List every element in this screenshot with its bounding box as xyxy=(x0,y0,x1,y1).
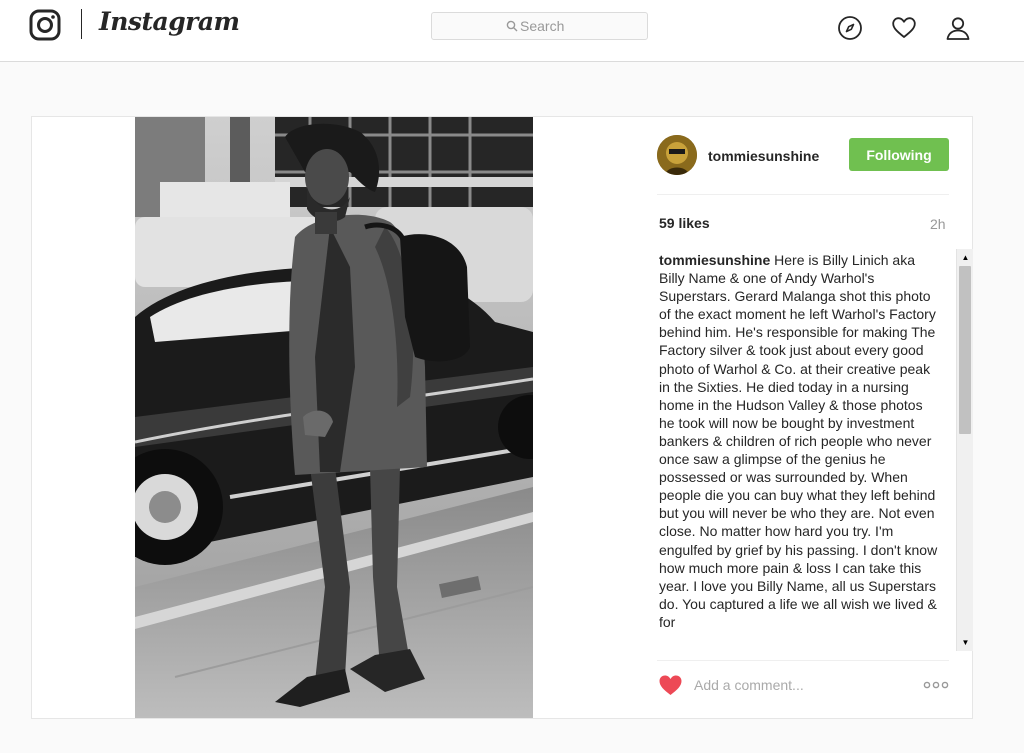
comment-divider xyxy=(657,660,949,661)
post-photo[interactable] xyxy=(135,117,533,718)
following-button[interactable]: Following xyxy=(849,138,949,171)
post-header: tommiesunshine Following xyxy=(657,135,949,175)
add-comment-input[interactable] xyxy=(694,673,914,697)
caption-username[interactable]: tommiesunshine xyxy=(659,252,770,268)
search-box[interactable] xyxy=(431,12,648,40)
post-author-username[interactable]: tommiesunshine xyxy=(708,148,819,164)
profile-icon[interactable] xyxy=(945,15,971,41)
instagram-wordmark[interactable]: Instagram xyxy=(99,7,240,36)
caption-scrollbar[interactable]: ▲ ▼ xyxy=(956,249,973,651)
scroll-down-arrow-icon[interactable]: ▼ xyxy=(958,635,973,650)
header-divider xyxy=(657,194,949,195)
caption-scroll-area[interactable]: tommiesunshine Here is Billy Linich aka … xyxy=(659,251,942,651)
scrollbar-thumb[interactable] xyxy=(959,266,971,434)
avatar-image xyxy=(657,135,697,175)
likes-count[interactable]: 59 likes xyxy=(659,215,710,231)
explore-icon[interactable] xyxy=(837,15,863,41)
scroll-up-arrow-icon[interactable]: ▲ xyxy=(958,250,973,265)
caption: tommiesunshine Here is Billy Linich aka … xyxy=(659,251,942,631)
like-heart-icon[interactable] xyxy=(658,673,683,697)
search-icon xyxy=(506,20,518,32)
search-input[interactable] xyxy=(520,13,640,39)
heart-icon[interactable] xyxy=(891,15,917,41)
post-timestamp[interactable]: 2h xyxy=(930,216,946,232)
more-options-icon[interactable] xyxy=(922,675,950,695)
post-card: tommiesunshine Following 59 likes 2h tom… xyxy=(31,116,973,719)
avatar[interactable] xyxy=(657,135,697,175)
logo-divider xyxy=(81,9,82,39)
caption-text: Here is Billy Linich aka Billy Name & on… xyxy=(659,252,938,630)
photo-illustration xyxy=(135,117,533,718)
instagram-camera-icon[interactable] xyxy=(29,9,61,41)
top-navigation-bar: Instagram xyxy=(0,0,1024,62)
